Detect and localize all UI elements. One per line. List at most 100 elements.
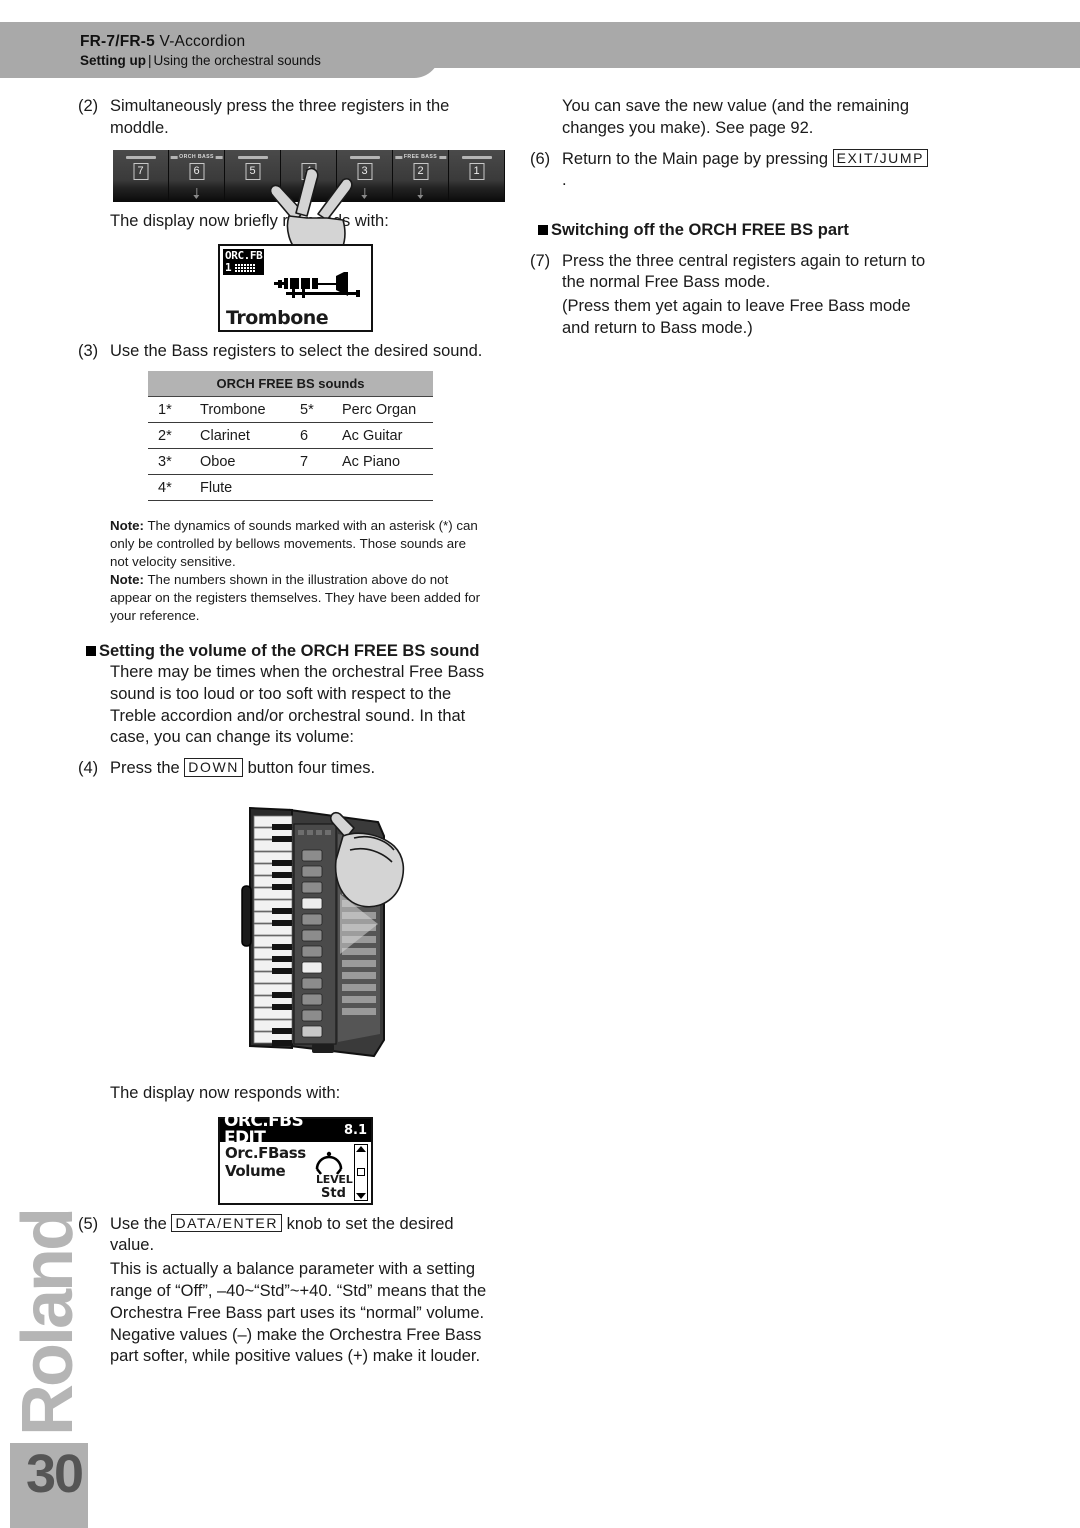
- lcd1-sound-name: Trombone: [226, 307, 329, 330]
- step-4-before: Press the: [110, 759, 185, 778]
- lcd2-level-label: LEVEL: [316, 1172, 353, 1186]
- register-bar-icon: [237, 155, 268, 159]
- exit-jump-keycap[interactable]: EXIT/JUMP: [832, 148, 929, 168]
- register-number-7: 7: [133, 162, 148, 180]
- down-arrow-icon: [304, 187, 313, 199]
- right-column: You can save the new value (and the rema…: [530, 96, 930, 340]
- note-label: Note:: [110, 571, 144, 587]
- register-bar-icon: [349, 155, 380, 159]
- lcd1-badge-label: ORC.FB: [225, 249, 263, 263]
- sound-index: 1*: [148, 396, 200, 424]
- register-number-5: 5: [245, 162, 260, 180]
- note-numbers: Note: The numbers shown in the illustrat…: [110, 571, 485, 625]
- lcd2-param-line2: Volume: [225, 1161, 286, 1180]
- sound-index: 2*: [148, 422, 200, 450]
- save-value-paragraph: You can save the new value (and the rema…: [562, 97, 910, 137]
- sound-index: 3*: [148, 448, 200, 476]
- register-button-2: FREE BASS 2: [393, 149, 449, 202]
- black-square-bullet-icon: [86, 645, 96, 656]
- step-5-text: Use the DATA/ENTER knob to set the desir…: [110, 1213, 488, 1258]
- data-enter-keycap[interactable]: DATA/ENTER: [171, 1213, 283, 1233]
- step-6-before: Return to the Main page by pressing: [562, 149, 833, 168]
- lcd-display-trombone: ORC.FB 1 Trombone: [218, 244, 373, 333]
- table-row: 3* Oboe 7 Ac Piano: [148, 448, 433, 476]
- register-button-5: 5: [225, 149, 281, 202]
- section-body-volume: There may be times when the orchestral F…: [110, 663, 485, 747]
- step-2-text: Simultaneously press the three registers…: [110, 97, 450, 137]
- table-row: 2* Clarinet 6 Ac Guitar: [148, 422, 433, 450]
- sound-name: Trombone: [200, 396, 300, 424]
- step-4-text: Press the DOWN button four times.: [110, 758, 488, 780]
- register-button-4: 4: [281, 149, 337, 202]
- left-column: (2) Simultaneously press the three regis…: [78, 96, 505, 1368]
- step-4: (4) Press the DOWN button four times.: [78, 758, 488, 780]
- lcd2-caption: The display now responds with:: [110, 1083, 341, 1102]
- step-7-text: Press the three central registers again …: [562, 251, 926, 292]
- register-button-6: ORCH BASS 6: [169, 149, 225, 202]
- step-6-after: .: [562, 171, 567, 190]
- sound-index: 7: [300, 448, 342, 476]
- down-button-keycap[interactable]: DOWN: [184, 758, 244, 777]
- step-5-before: Use the: [110, 1214, 172, 1233]
- step-6-text: Return to the Main page by pressing EXIT…: [562, 148, 930, 193]
- sound-name: Ac Guitar: [342, 422, 433, 450]
- sound-name: Clarinet: [200, 422, 300, 450]
- section-heading-label: Setting the volume of the ORCH FREE BS s…: [99, 641, 480, 660]
- scroll-thumb-icon[interactable]: [357, 1168, 365, 1177]
- step-7-number: (7): [530, 251, 551, 270]
- register-number-2: 2: [413, 162, 428, 180]
- section-heading-volume: Setting the volume of the ORCH FREE BS s…: [86, 641, 488, 662]
- lcd2-title-label: ORC.FBS EDIT: [224, 1111, 304, 1149]
- note-label: Note:: [110, 518, 144, 534]
- orch-free-bs-sounds-table: ORCH FREE BS sounds 1* Trombone 5* Perc …: [148, 371, 433, 502]
- triangle-up-icon[interactable]: [356, 1145, 366, 1152]
- step-4-number: (4): [78, 759, 99, 778]
- sound-index: 4*: [148, 474, 200, 502]
- down-arrow-icon: [192, 187, 201, 199]
- lcd2-title-bar: ORC.FBS EDIT 8.1: [220, 1113, 371, 1147]
- black-square-bullet-icon: [538, 225, 548, 236]
- triangle-down-icon[interactable]: [356, 1192, 366, 1199]
- step-6-number: (6): [530, 149, 551, 168]
- section-heading-label: Switching off the ORCH FREE BS part: [551, 221, 849, 240]
- trombone-icon: [274, 272, 360, 299]
- lcd1-badge: ORC.FB 1: [223, 249, 265, 276]
- lcd1-caption: The display now briefly responds with:: [110, 211, 389, 230]
- table-header-label: ORCH FREE BS sounds: [148, 371, 433, 398]
- step-7-note: (Press them yet again to leave Free Bass…: [562, 297, 911, 337]
- header-title-block: FR-7/FR-5 V-Accordion Setting up | Using t…: [80, 33, 480, 69]
- register-number-3: 3: [357, 162, 372, 180]
- breadcrumb-topic: Using the orchestral sounds: [153, 52, 321, 68]
- v-accordion-illustration: [228, 794, 428, 1074]
- orch-bass-label: ORCH BASS: [170, 154, 223, 161]
- step-5: (5) Use the DATA/ENTER knob to set the d…: [78, 1213, 488, 1258]
- breadcrumb: Setting up | Using the orchestral sounds: [80, 53, 480, 69]
- register-number-6: 6: [189, 162, 204, 180]
- note-text: The numbers shown in the illustration ab…: [110, 571, 481, 623]
- table-row: 4* Flute: [148, 474, 433, 502]
- step-2-number: (2): [78, 97, 99, 115]
- table-row: 1* Trombone 5* Perc Organ: [148, 396, 433, 424]
- breadcrumb-separator: |: [148, 52, 152, 68]
- sound-name: Oboe: [200, 448, 300, 476]
- lcd1-badge-number: 1: [225, 261, 232, 275]
- product-family: V-Accordion: [159, 33, 246, 50]
- note-text: The dynamics of sounds marked with an as…: [110, 518, 478, 569]
- register-button-7: 7: [113, 149, 169, 202]
- register-strip-illustration: 7 ORCH BASS 6 5 4 3 FREE BASS 2 1: [113, 149, 505, 259]
- register-bar-icon: [125, 155, 156, 159]
- down-arrow-icon: [360, 187, 369, 199]
- step-6: (6) Return to the Main page by pressing …: [530, 148, 930, 193]
- sound-name: Ac Piano: [342, 448, 433, 476]
- note-asterisk: Note: The dynamics of sounds marked with…: [110, 517, 485, 571]
- step-3-text: Use the Bass registers to select the des…: [110, 342, 483, 361]
- section-heading-switching-off: Switching off the ORCH FREE BS part: [538, 220, 930, 241]
- lcd2-scrollbar[interactable]: [354, 1143, 368, 1201]
- step-2: (2) Simultaneously press the three regis…: [78, 96, 488, 140]
- sound-name: [342, 474, 433, 502]
- breadcrumb-section: Setting up: [80, 52, 146, 68]
- free-bass-label: FREE BASS: [394, 154, 447, 161]
- step-5-description: This is actually a balance parameter wit…: [110, 1260, 487, 1366]
- dot-grid-icon: [233, 263, 256, 273]
- sound-name: Flute: [200, 474, 300, 502]
